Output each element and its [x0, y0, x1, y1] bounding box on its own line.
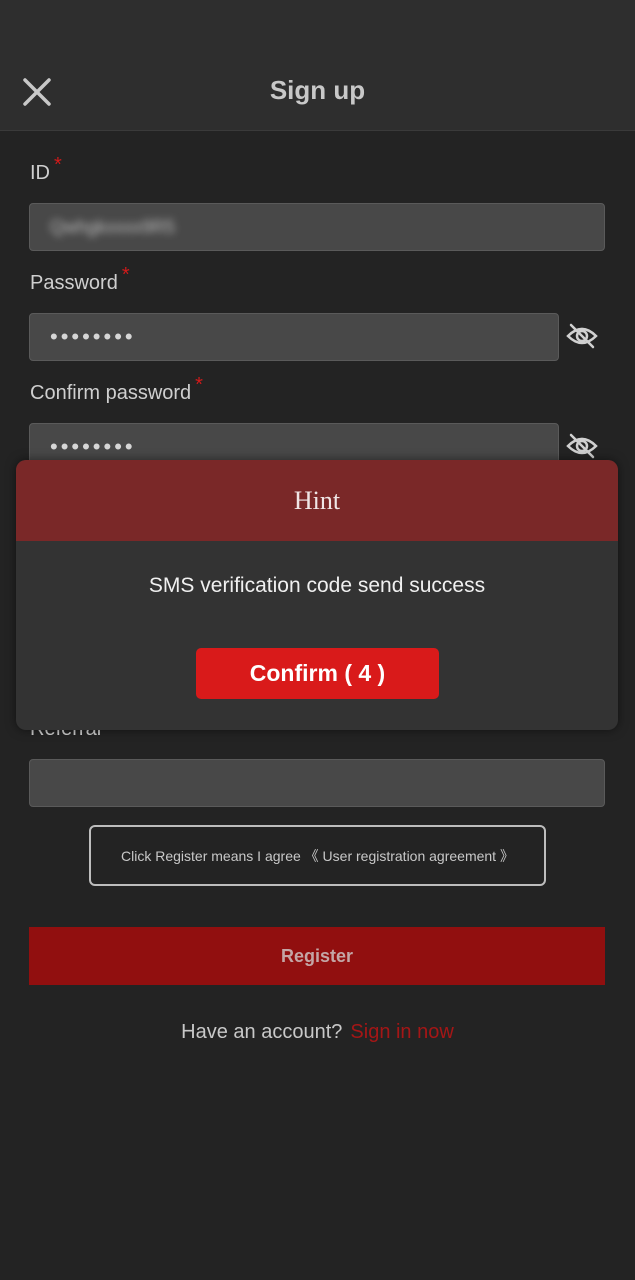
- confirm-password-label-text: Confirm password: [30, 382, 192, 404]
- confirm-button[interactable]: Confirm ( 4 ): [196, 648, 439, 699]
- sign-in-link[interactable]: Sign in now: [350, 1021, 453, 1043]
- sign-in-prompt: Have an account? Sign in now: [0, 1021, 635, 1044]
- id-input-value: Qwhgkxxxx9R5: [50, 216, 176, 237]
- required-marker: *: [195, 374, 203, 396]
- eye-slash-icon[interactable]: [564, 321, 600, 351]
- password-input-value: ••••••••: [50, 324, 136, 349]
- id-input[interactable]: Qwhgkxxxx9R5: [29, 203, 605, 251]
- required-marker: *: [54, 154, 62, 176]
- hint-dialog: Hint SMS verification code send success …: [16, 460, 618, 730]
- confirm-password-label: Confirm password *: [30, 374, 203, 405]
- required-marker: *: [121, 264, 130, 286]
- id-label: ID *: [30, 154, 62, 185]
- agreement-text: Click Register means I agree 《 User regi…: [121, 847, 514, 864]
- page-title: Sign up: [269, 75, 366, 105]
- register-button[interactable]: Register: [29, 927, 605, 985]
- confirm-password-input-value: ••••••••: [50, 434, 136, 459]
- password-label: Password *: [30, 264, 130, 295]
- eye-slash-icon[interactable]: [564, 431, 600, 461]
- dialog-title: Hint: [16, 460, 618, 541]
- password-label-text: Password: [30, 272, 118, 294]
- have-account-text: Have an account?: [181, 1021, 343, 1043]
- id-label-text: ID: [30, 162, 50, 184]
- dialog-message: SMS verification code send success: [148, 574, 486, 597]
- agreement-box[interactable]: Click Register means I agree 《 User regi…: [89, 825, 546, 886]
- referral-input[interactable]: [29, 759, 605, 807]
- top-bar: Sign up: [0, 0, 635, 131]
- password-input[interactable]: ••••••••: [29, 313, 559, 361]
